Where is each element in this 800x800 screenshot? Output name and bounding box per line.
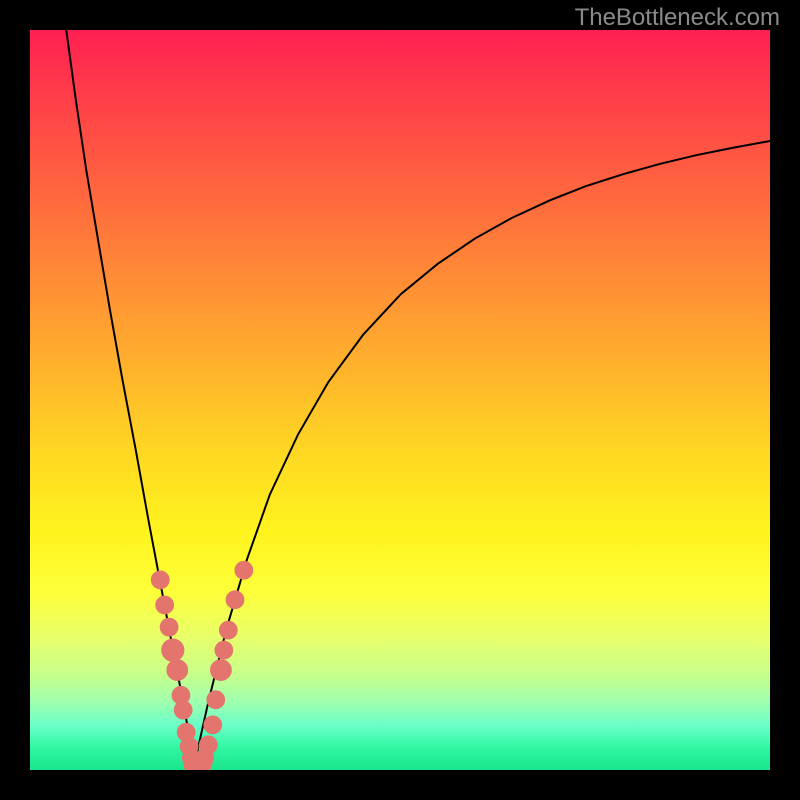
data-marker [199, 736, 217, 754]
data-marker [207, 691, 225, 709]
right-curve [194, 141, 770, 765]
data-marker [156, 596, 174, 614]
data-marker [215, 641, 233, 659]
data-marker [167, 660, 188, 681]
data-marker [151, 571, 169, 589]
data-marker [211, 660, 232, 681]
chart-svg [30, 30, 770, 770]
data-marker [174, 701, 192, 719]
chart-outer-frame: TheBottleneck.com [0, 0, 800, 800]
data-marker [235, 561, 253, 579]
data-markers [151, 561, 252, 770]
data-marker [204, 716, 222, 734]
watermark-text: TheBottleneck.com [575, 4, 780, 32]
data-marker [160, 618, 178, 636]
plot-area [30, 30, 770, 770]
data-marker [219, 621, 237, 639]
data-marker [162, 639, 184, 661]
data-marker [226, 591, 244, 609]
